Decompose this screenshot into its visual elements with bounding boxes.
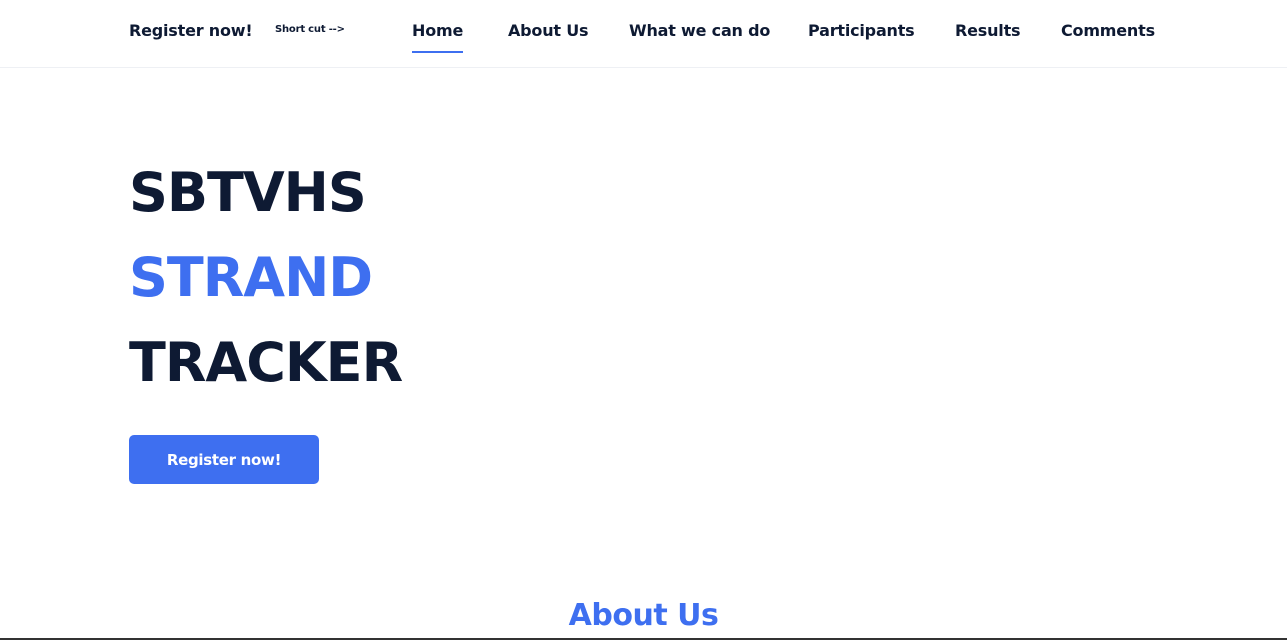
hero-title: SBTVHS STRAND TRACKER xyxy=(129,150,403,405)
nav-about-us[interactable]: About Us xyxy=(508,21,589,40)
nav-home[interactable]: Home xyxy=(412,21,463,53)
header-register-link[interactable]: Register now! xyxy=(129,21,253,40)
nav-participants[interactable]: Participants xyxy=(808,21,915,40)
nav-what-we-can-do[interactable]: What we can do xyxy=(629,21,770,40)
site-header: Register now! Short cut --> Home About U… xyxy=(0,0,1287,68)
about-us-heading: About Us xyxy=(568,598,719,633)
shortcut-label: Short cut --> xyxy=(275,24,345,35)
nav-comments[interactable]: Comments xyxy=(1061,21,1155,40)
hero-title-line-3: TRACKER xyxy=(129,331,403,394)
hero-title-line-1: SBTVHS xyxy=(129,161,367,224)
nav-results[interactable]: Results xyxy=(955,21,1021,40)
hero-title-line-2: STRAND xyxy=(129,246,373,309)
register-now-button[interactable]: Register now! xyxy=(129,435,319,484)
